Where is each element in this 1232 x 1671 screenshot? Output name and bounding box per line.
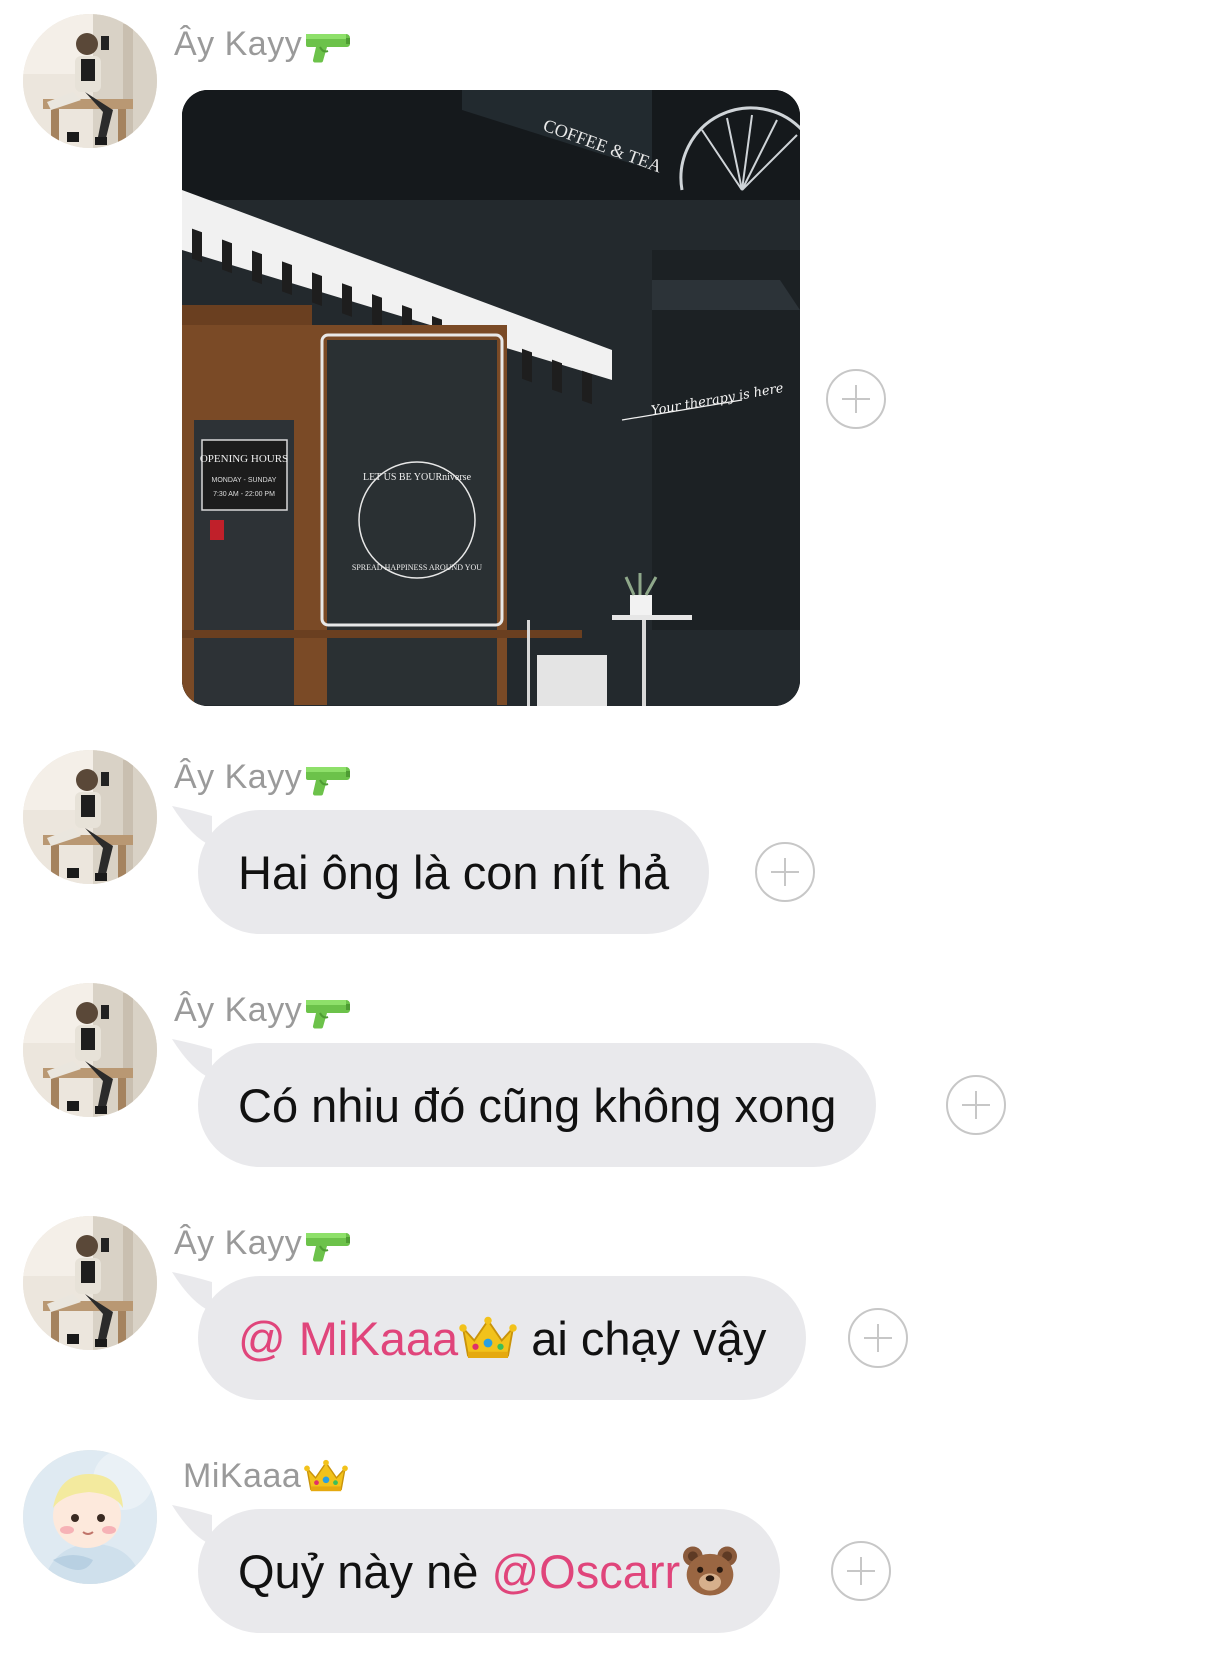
storefront-photo-image: COFFEE & TEA OPENING HOURS MONDAY - SUND… xyxy=(182,90,800,706)
sender-name-text: Ây Kayy xyxy=(174,990,303,1029)
water-pistol-icon xyxy=(304,1223,352,1263)
message-text: Có nhiu đó cũng không xong xyxy=(238,1078,837,1132)
avatar-photo xyxy=(23,983,157,1117)
sender-name-text: Ây Kayy xyxy=(174,1223,303,1262)
avatar-photo xyxy=(23,1450,157,1584)
sender-name: MiKaaa xyxy=(183,1454,349,1498)
message-text: ai chạy vậy xyxy=(518,1311,767,1365)
sender-name-text: MiKaaa xyxy=(183,1456,302,1495)
window-text-top: LET US BE YOURniverse xyxy=(363,472,472,483)
sender-avatar[interactable] xyxy=(23,983,157,1117)
sign-times: 7:30 AM - 22:00 PM xyxy=(213,491,275,498)
add-reaction-button[interactable] xyxy=(831,1541,891,1601)
window-text-bottom: SPREAD HAPPINESS AROUND YOU xyxy=(352,563,482,572)
crown-icon xyxy=(458,1313,518,1363)
add-reaction-button[interactable] xyxy=(755,842,815,902)
message-bubble[interactable]: @ MiKaaa ai chạy vậy xyxy=(198,1276,807,1400)
water-pistol-icon xyxy=(304,990,352,1030)
sender-avatar[interactable] xyxy=(23,1450,157,1584)
mention-link[interactable]: @ MiKaaa xyxy=(238,1311,458,1366)
water-pistol-icon xyxy=(304,757,352,797)
sign-opening-hours: OPENING HOURS xyxy=(200,453,288,465)
message-bubble[interactable]: Hai ông là con nít hả xyxy=(198,810,710,934)
add-reaction-button[interactable] xyxy=(848,1308,908,1368)
shared-photo[interactable]: COFFEE & TEA OPENING HOURS MONDAY - SUND… xyxy=(182,90,800,706)
add-reaction-button[interactable] xyxy=(946,1075,1006,1135)
avatar-photo xyxy=(23,1216,157,1350)
message-bubble[interactable]: Quỷ này nè @Oscarr xyxy=(198,1509,781,1633)
sender-avatar[interactable] xyxy=(23,14,157,148)
water-pistol-icon xyxy=(304,24,352,64)
add-reaction-button[interactable] xyxy=(826,369,886,429)
sender-avatar[interactable] xyxy=(23,750,157,884)
message-text: Quỷ này nè xyxy=(238,1544,492,1598)
sender-avatar[interactable] xyxy=(23,1216,157,1350)
message-bubble[interactable]: Có nhiu đó cũng không xong xyxy=(198,1043,877,1167)
crown-icon xyxy=(303,1457,349,1495)
avatar-photo xyxy=(23,750,157,884)
sign-days: MONDAY - SUNDAY xyxy=(212,477,277,484)
sender-name: Ây Kayy xyxy=(174,988,352,1032)
avatar-photo xyxy=(23,14,157,148)
sender-name-text: Ây Kayy xyxy=(174,757,303,796)
sender-name-text: Ây Kayy xyxy=(174,24,303,63)
mention-link[interactable]: @Oscarr xyxy=(491,1544,680,1599)
message-text: Hai ông là con nít hả xyxy=(238,845,670,899)
sender-name: Ây Kayy xyxy=(174,1221,352,1265)
bear-face-icon xyxy=(680,1544,740,1598)
sender-name: Ây Kayy xyxy=(174,755,352,799)
sender-name: Ây Kayy xyxy=(174,22,352,66)
